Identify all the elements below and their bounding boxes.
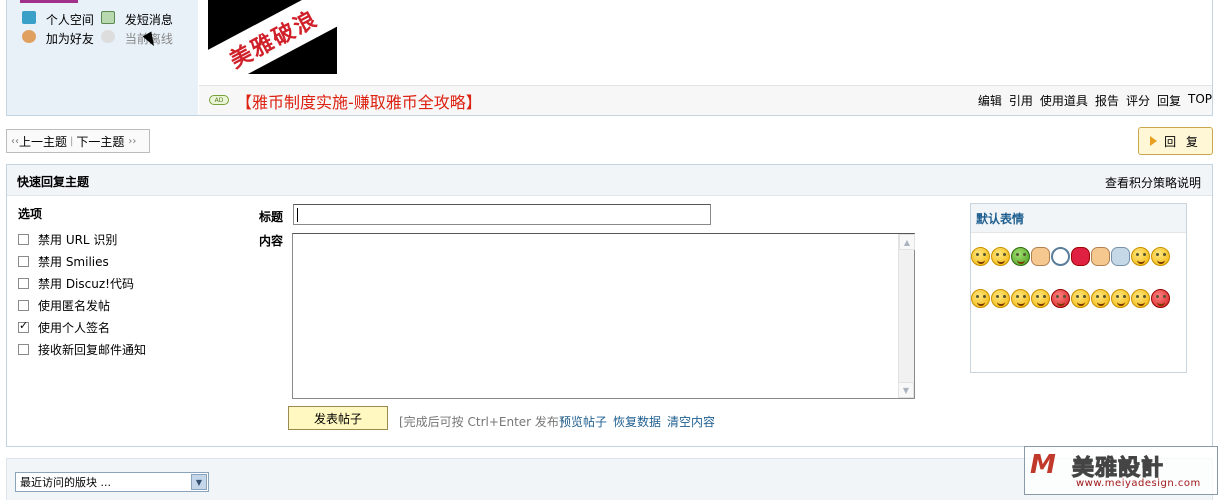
preview-post-link[interactable]: 预览帖子 (559, 413, 607, 430)
smile2-emoticon-icon[interactable] (1131, 247, 1150, 266)
shocked-emoticon-icon[interactable] (1151, 289, 1170, 308)
anonymous-post-label: 使用匿名发帖 (38, 298, 111, 313)
grin-emoticon-icon[interactable] (991, 247, 1010, 266)
scroll-up-icon[interactable]: ▲ (899, 234, 915, 250)
send-message-label: 发短消息 (124, 13, 173, 27)
option-disable-url[interactable]: 禁用 URL 识别 (18, 231, 117, 247)
user-bar (20, 0, 78, 3)
disable-discuz-code-checkbox[interactable] (18, 277, 29, 289)
option-anonymous-post[interactable]: 使用匿名发帖 (18, 297, 110, 313)
edit-link[interactable]: 编辑 (978, 92, 1002, 109)
submit-post-button[interactable]: 发表帖子 (288, 406, 388, 430)
top-link[interactable]: TOP (1188, 92, 1212, 109)
offline-user-icon (101, 30, 115, 43)
watermark-url: www.meiyadesign.com (1076, 478, 1201, 489)
post-actions: 编辑 引用 使用道具 报告 评分 回复 TOP (978, 92, 1212, 109)
victory-emoticon-icon[interactable] (1031, 247, 1050, 266)
submit-hint: [完成后可按 Ctrl+Enter 发布] (399, 415, 564, 429)
prev-arrows: ‹‹ (11, 135, 19, 147)
reply-button-label: 回 复 (1164, 134, 1201, 149)
smile-emoticon-icon[interactable] (971, 247, 990, 266)
disable-url-checkbox[interactable] (18, 233, 29, 245)
disable-discuz-code-label: 禁用 Discuz!代码 (38, 276, 134, 291)
message-icon (101, 11, 115, 24)
restore-data-link[interactable]: 恢复数据 (613, 413, 661, 430)
emoticon-row-2 (971, 289, 1170, 308)
personal-space-label: 个人空间 (45, 13, 94, 27)
send-message-link[interactable]: 发短消息 (101, 11, 173, 27)
add-friend-icon (22, 30, 36, 43)
email-notify-label: 接收新回复邮件通知 (38, 342, 147, 357)
disable-url-label: 禁用 URL 识别 (38, 232, 118, 247)
quick-reply-title: 快速回复主题 (17, 175, 90, 189)
watermark-logo-icon: M (1030, 450, 1056, 480)
recent-forums-select[interactable]: 最近访问的版块 ... ▼ (15, 472, 209, 492)
phone-emoticon-icon[interactable] (1111, 247, 1130, 266)
disable-smilies-label: 禁用 Smilies (38, 254, 109, 269)
signature-image: 美雅破浪 (208, 0, 337, 74)
emoticon-panel-title: 默认表情 (971, 204, 1186, 233)
sad-emoticon-icon[interactable] (991, 289, 1010, 308)
option-disable-smilies[interactable]: 禁用 Smilies (18, 253, 109, 269)
laugh-emoticon-icon[interactable] (1151, 247, 1170, 266)
nav-separator: | (70, 135, 74, 147)
kiss-emoticon-icon[interactable] (1111, 289, 1130, 308)
lips-emoticon-icon[interactable] (1071, 247, 1090, 266)
clock-emoticon-icon[interactable] (1051, 247, 1070, 266)
option-email-notify[interactable]: 接收新回复邮件通知 (18, 341, 146, 357)
disable-smilies-checkbox[interactable] (18, 255, 29, 267)
arrow-right-icon (1150, 136, 1158, 146)
prev-thread-link[interactable]: 上一主题 (19, 133, 67, 150)
sleepy-emoticon-icon[interactable] (1131, 289, 1150, 308)
cry-emoticon-icon[interactable] (1031, 289, 1050, 308)
quote-link[interactable]: 引用 (1009, 92, 1033, 109)
ad-badge: AD (209, 95, 229, 105)
quick-reply-header (7, 165, 1212, 196)
use-signature-label: 使用个人签名 (38, 320, 111, 335)
surprised-emoticon-icon[interactable] (1091, 289, 1110, 308)
frog-emoticon-icon[interactable] (1011, 247, 1030, 266)
recent-forums-value: 最近访问的版块 ... (20, 476, 111, 489)
emoticon-row-1 (971, 247, 1170, 266)
content-textarea[interactable] (292, 233, 915, 399)
add-friend-label: 加为好友 (45, 32, 94, 46)
textarea-scrollbar[interactable]: ▲ ▼ (898, 234, 915, 398)
content-label: 内容 (259, 234, 284, 248)
chevron-down-icon[interactable]: ▼ (191, 474, 207, 490)
report-link[interactable]: 报告 (1095, 92, 1119, 109)
next-arrows: ›› (128, 135, 137, 147)
thread-nav: ‹‹ 上一主题 | 下一主题 ›› (6, 129, 150, 153)
signature-image-text: 美雅破浪 (208, 0, 337, 74)
options-title: 选项 (18, 207, 43, 221)
handshake-emoticon-icon[interactable] (1091, 247, 1110, 266)
next-thread-link[interactable]: 下一主题 (76, 133, 124, 150)
shy-emoticon-icon[interactable] (1071, 289, 1090, 308)
add-friend-link[interactable]: 加为好友 (22, 30, 94, 46)
ad-link[interactable]: 【雅币制度实施-赚取雅币全攻略】 (236, 89, 482, 113)
points-strategy-link[interactable]: 查看积分策略说明 (1105, 174, 1201, 191)
reply-button[interactable]: 回 复 (1138, 127, 1213, 155)
option-disable-discuz-code[interactable]: 禁用 Discuz!代码 (18, 275, 134, 291)
email-notify-checkbox[interactable] (18, 343, 29, 355)
rate-link[interactable]: 评分 (1126, 92, 1150, 109)
subject-input[interactable] (293, 204, 711, 225)
anonymous-post-checkbox[interactable] (18, 299, 29, 311)
clear-content-link[interactable]: 清空内容 (667, 413, 715, 430)
subject-label: 标题 (259, 210, 284, 224)
angry-emoticon-icon[interactable] (1051, 289, 1070, 308)
scroll-down-icon[interactable]: ▼ (898, 382, 914, 398)
use-item-link[interactable]: 使用道具 (1040, 92, 1088, 109)
personal-space-link[interactable]: 个人空间 (22, 11, 94, 27)
tongue-emoticon-icon[interactable] (971, 289, 990, 308)
wink-emoticon-icon[interactable] (1011, 289, 1030, 308)
online-status: 当前离线 (101, 30, 173, 46)
reply-link[interactable]: 回复 (1157, 92, 1181, 109)
home-icon (22, 11, 36, 24)
option-use-signature[interactable]: 使用个人签名 (18, 319, 110, 335)
use-signature-checkbox[interactable] (18, 319, 29, 333)
